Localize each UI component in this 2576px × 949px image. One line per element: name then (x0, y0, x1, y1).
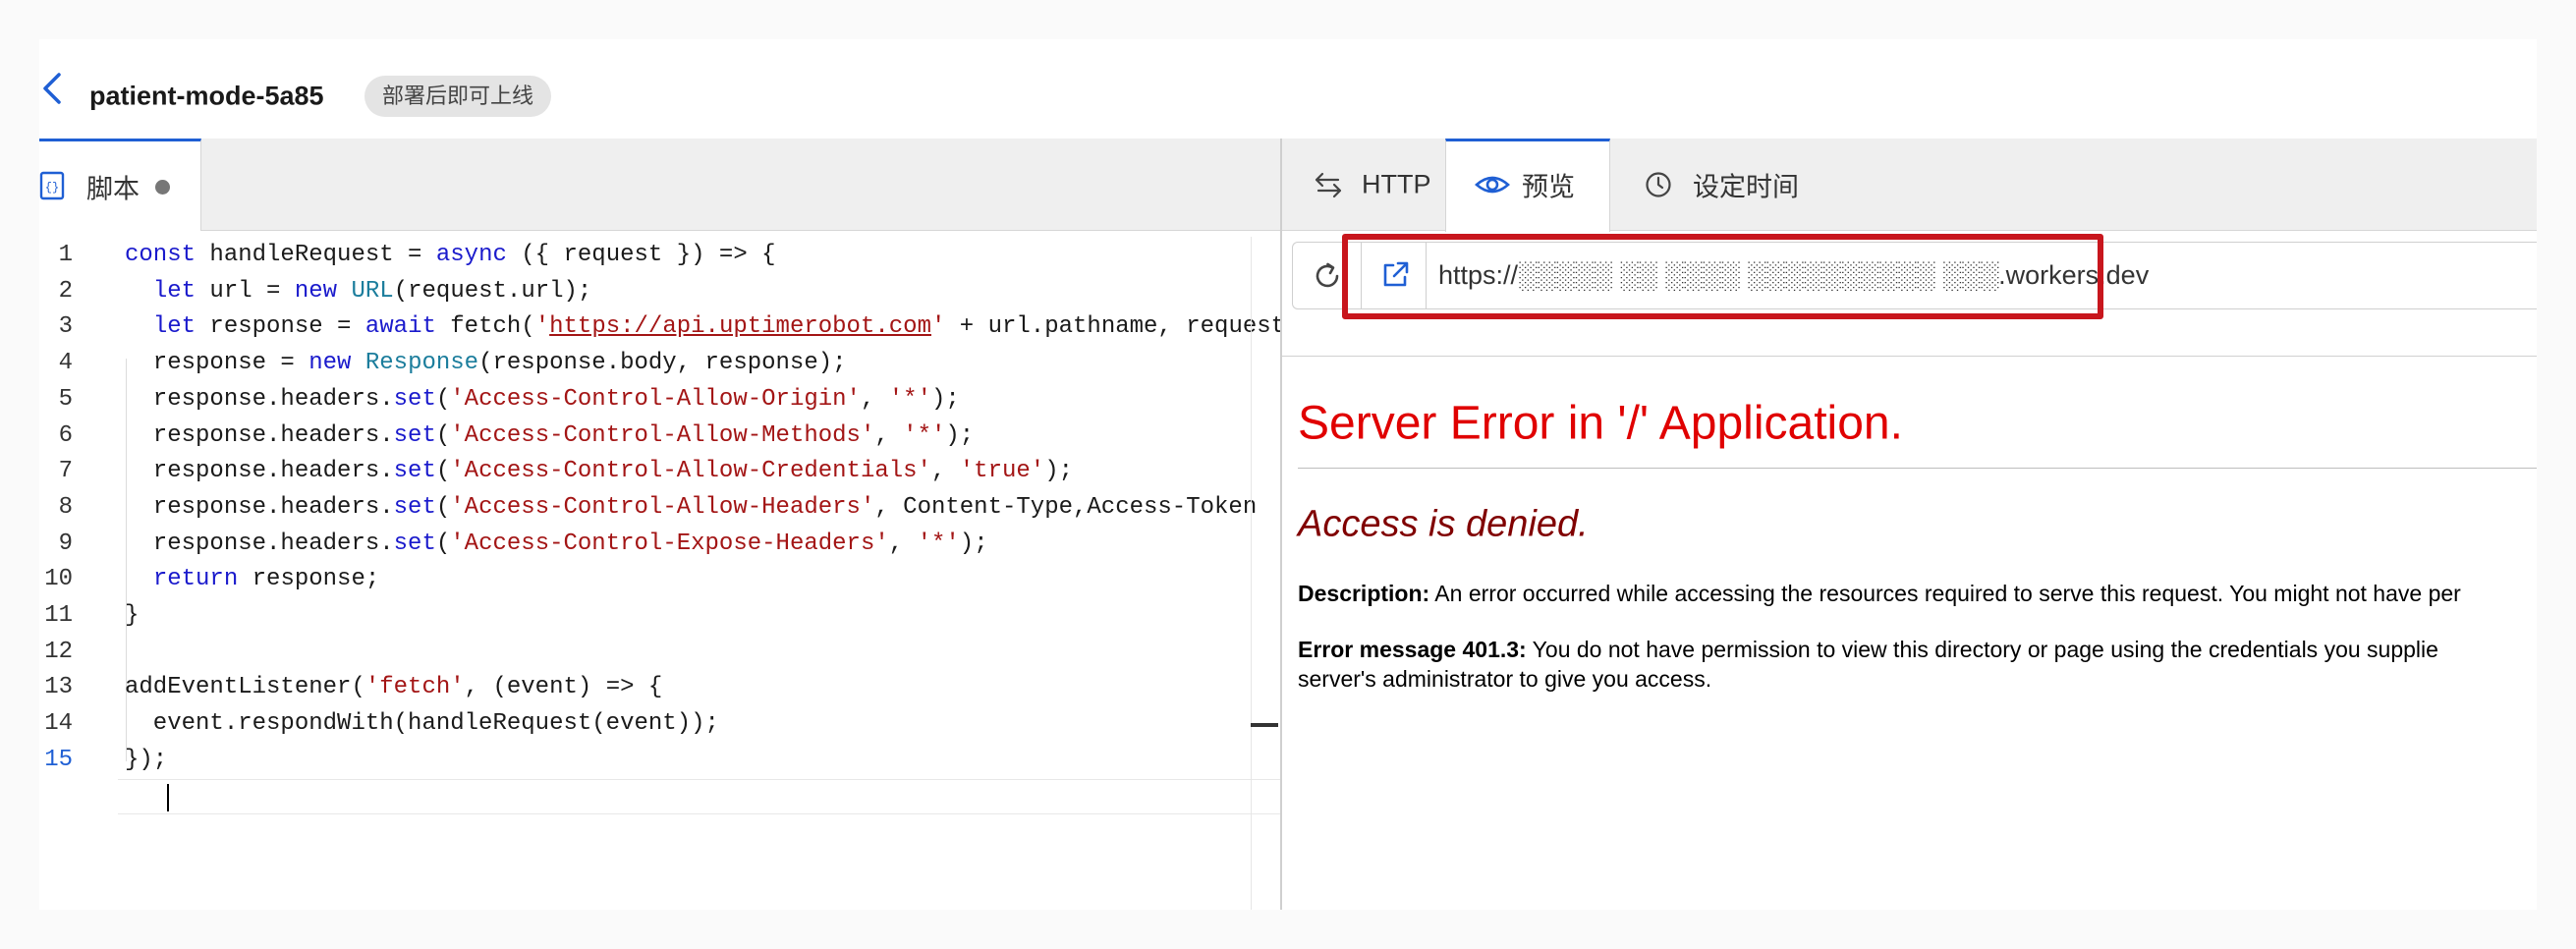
current-line-highlight (118, 779, 1280, 814)
code-text: }); (125, 746, 168, 773)
code-line: 4 response = new Response(response.body,… (39, 346, 1280, 381)
error-message-text: You do not have permission to view this … (1526, 637, 2438, 662)
tab-schedule-label: 设定时间 (1693, 172, 1799, 202)
code-text: event.respondWith(handleRequest(event)); (125, 710, 719, 738)
error-description-text: An error occurred while accessing the re… (1429, 581, 2461, 606)
code-file-icon: {} (39, 171, 65, 200)
code-line: 10 return response; (39, 562, 1280, 597)
code-line: 6 response.headers.set('Access-Control-A… (39, 419, 1280, 454)
line-number: 6 (58, 421, 73, 449)
line-number: 3 (58, 313, 73, 341)
code-text: addEventListener('fetch', (event) => { (125, 674, 663, 701)
chevron-left-icon (43, 73, 61, 104)
error-page-title: Server Error in '/' Application. (1298, 397, 1903, 450)
code-line: 1 const handleRequest = async ({ request … (39, 238, 1280, 273)
editor-tab-bar: {} 脚本 (39, 139, 1280, 232)
code-line: 13 addEventListener('fetch', (event) => { (39, 670, 1280, 705)
header-bar: patient-mode-5a85 部署后即可上线 (39, 39, 2537, 139)
error-description: Description: An error occurred while acc… (1298, 579, 2537, 608)
line-number: 11 (44, 602, 73, 629)
app-window: patient-mode-5a85 部署后即可上线 {} 脚本 1 const h… (39, 39, 2537, 910)
code-line: 14 event.respondWith(handleRequest(event… (39, 706, 1280, 742)
code-line: 12 (39, 635, 1280, 670)
tab-script-label: 脚本 (86, 174, 140, 204)
line-number: 12 (44, 638, 73, 665)
code-text: } (125, 602, 140, 629)
tab-http-label: HTTP (1362, 169, 1431, 199)
error-page-rule (1298, 468, 2537, 469)
code-line: 7 response.headers.set('Access-Control-A… (39, 454, 1280, 489)
line-number: 1 (58, 242, 73, 268)
code-text: response.headers.set('Access-Control-All… (125, 385, 960, 413)
line-number: 9 (58, 530, 73, 557)
page-title: patient-mode-5a85 (89, 81, 324, 111)
url-input[interactable] (1438, 243, 2519, 308)
scroll-position-marker (1251, 723, 1278, 727)
swap-arrows-icon (1315, 172, 1342, 198)
back-button[interactable] (39, 69, 69, 108)
line-number: 2 (58, 277, 73, 305)
code-line: 8 response.headers.set('Access-Control-A… (39, 490, 1280, 526)
preview-pane: HTTP 预览 设定时间 https://░░░░░ ░░ ░░░░ ░░░░░… (1282, 139, 2537, 910)
status-badge: 部署后即可上线 (364, 76, 552, 117)
code-text: let url = new URL(request.url); (152, 277, 592, 305)
open-in-new-tab-button[interactable] (1362, 243, 1427, 308)
line-number: 13 (44, 674, 73, 701)
unsaved-indicator (155, 180, 170, 195)
editor-pane: {} 脚本 1 const handleRequest = async ({ re… (39, 139, 1285, 910)
line-number: 15 (44, 746, 73, 773)
error-message: Error message 401.3: You do not have per… (1298, 635, 2537, 664)
code-line: 9 response.headers.set('Access-Control-E… (39, 527, 1280, 562)
code-text: response.headers.set('Access-Control-All… (125, 493, 1258, 521)
line-number: 4 (58, 350, 73, 377)
line-number: 10 (44, 566, 73, 593)
code-text: response.headers.set('Access-Control-All… (125, 458, 1074, 485)
code-text: response = new Response(response.body, r… (125, 350, 847, 377)
clock-icon (1646, 172, 1671, 197)
code-line: 5 response.headers.set('Access-Control-A… (39, 382, 1280, 418)
url-bar (1292, 242, 2537, 309)
line-number: 5 (58, 385, 73, 413)
code-editor[interactable]: 1 const handleRequest = async ({ request … (39, 231, 1285, 910)
line-number: 7 (58, 458, 73, 485)
code-text: response.headers.set('Access-Control-All… (125, 421, 975, 449)
code-text: return response; (152, 566, 380, 593)
reload-button[interactable] (1293, 243, 1362, 308)
tab-script[interactable]: {} 脚本 (39, 139, 201, 232)
tab-schedule[interactable]: 设定时间 (1610, 139, 1807, 231)
tab-preview[interactable]: 预览 (1445, 139, 1610, 232)
code-line: 3 let response = await fetch('https://ap… (39, 309, 1285, 345)
line-number: 8 (58, 493, 73, 521)
error-message-label: Error message 401.3: (1298, 637, 1527, 662)
eye-icon (1475, 176, 1510, 194)
preview-divider (1282, 356, 2537, 357)
code-line: 2 let url = new URL(request.url); (39, 274, 1280, 309)
reload-icon (1316, 262, 1339, 288)
editor-scrollbar[interactable] (1251, 237, 1252, 910)
code-text: const handleRequest = async ({ request }… (125, 242, 776, 268)
external-link-icon (1383, 261, 1409, 287)
line-number: 14 (44, 710, 73, 738)
error-description-label: Description: (1298, 581, 1430, 606)
code-line: 15}); (39, 743, 1280, 778)
text-cursor (167, 784, 169, 811)
code-text: response.headers.set('Access-Control-Exp… (125, 530, 988, 557)
tab-preview-label: 预览 (1522, 172, 1575, 202)
svg-text:{}: {} (45, 181, 59, 195)
code-text: let response = await fetch('https://api.… (152, 313, 1286, 341)
preview-tab-bar: HTTP 预览 设定时间 (1282, 139, 2537, 232)
code-line: 11} (39, 598, 1280, 634)
error-message-continued: server's administrator to give you acces… (1298, 666, 1712, 692)
tab-http[interactable]: HTTP (1282, 139, 1445, 231)
error-page-subtitle: Access is denied. (1298, 503, 1589, 545)
